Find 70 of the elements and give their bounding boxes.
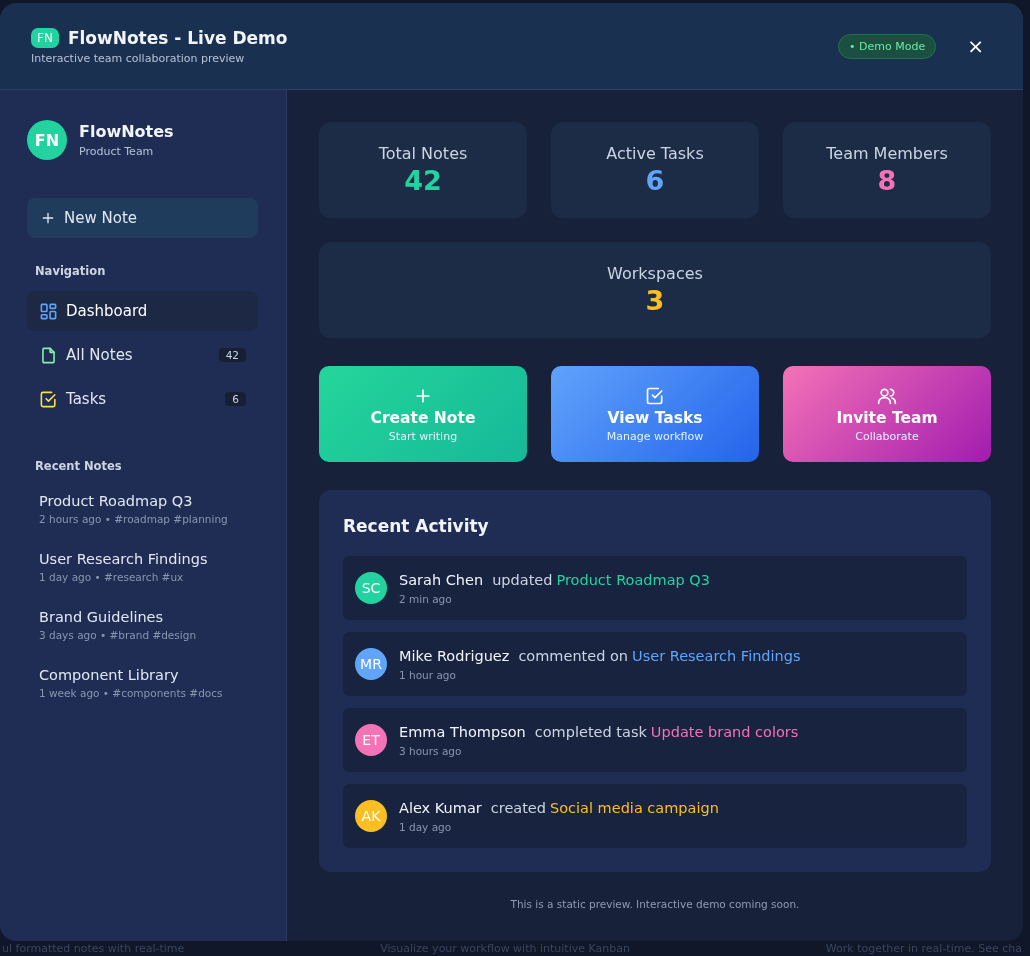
- count-badge: 6: [225, 392, 246, 406]
- stat-label: Active Tasks: [606, 144, 704, 163]
- section-heading: Navigation: [34, 264, 107, 278]
- activity-target[interactable]: Social media campaign: [550, 799, 719, 816]
- nav-label: Dashboard: [66, 302, 149, 320]
- team-name: Product Team: [79, 145, 155, 158]
- activity-target[interactable]: User Research Findings: [632, 647, 801, 664]
- note-title[interactable]: Component Library: [39, 667, 258, 683]
- stat-value: 8: [877, 165, 897, 196]
- activity-target[interactable]: Update brand colors: [650, 723, 799, 740]
- plus-icon: [40, 210, 56, 226]
- action-card[interactable]: Invite Team Collaborate: [783, 366, 991, 462]
- stat-label: Team Members: [826, 144, 948, 163]
- note-meta: 2 hours ago • #roadmap #planning: [39, 513, 229, 525]
- stat-value: 3: [645, 285, 665, 316]
- checkbox-icon: [39, 389, 58, 409]
- stat-label: Total Notes: [378, 144, 468, 163]
- stat-value: 42: [404, 165, 442, 196]
- activity-target[interactable]: Product Roadmap Q3: [556, 571, 710, 588]
- user-name: Alex Kumar: [399, 799, 482, 816]
- nav-item[interactable]: Tasks 6: [27, 379, 258, 419]
- close-button[interactable]: ×: [964, 36, 987, 56]
- activity-time: 2 min ago: [399, 592, 453, 605]
- grid-icon: [39, 301, 58, 321]
- activity-time: 1 hour ago: [399, 668, 457, 681]
- stat-value: 6: [645, 165, 665, 196]
- action-subtitle: Manage workflow: [606, 429, 704, 443]
- activity-action: created: [490, 799, 546, 816]
- panel-title: Recent Activity: [343, 516, 490, 536]
- activity-time: 3 hours ago: [399, 744, 463, 757]
- note-title[interactable]: Brand Guidelines: [39, 609, 258, 625]
- nav-item[interactable]: All Notes 42: [27, 335, 258, 375]
- action-subtitle: Start writing: [388, 429, 458, 443]
- nav-label: Tasks: [66, 390, 108, 408]
- logo-badge: FN: [31, 27, 59, 48]
- action-title: Invite Team: [836, 408, 938, 427]
- activity-action: completed task: [534, 723, 647, 740]
- status-badge: • Demo Mode: [838, 33, 937, 59]
- nav-item[interactable]: Dashboard: [27, 291, 258, 331]
- activity-action: updated: [492, 571, 553, 588]
- user-avatar: ET: [355, 724, 387, 756]
- action-title: Create Note: [370, 408, 476, 427]
- activity-time: 1 day ago: [399, 820, 453, 833]
- footer-note: This is a static preview. Interactive demo coming soon.: [509, 898, 801, 910]
- workspace-name: FlowNotes: [79, 122, 174, 141]
- user-name: Mike Rodriguez: [399, 647, 510, 664]
- user-avatar: SC: [355, 572, 387, 604]
- action-card[interactable]: View Tasks Manage workflow: [551, 366, 759, 462]
- stat-label: Workspaces: [607, 264, 703, 283]
- note-meta: 1 week ago • #components #docs: [39, 687, 224, 699]
- window-title: FlowNotes - Live Demo: [67, 27, 288, 48]
- note-title[interactable]: User Research Findings: [39, 551, 258, 567]
- workspace-avatar: FN: [27, 120, 67, 160]
- new-note-button[interactable]: New Note: [27, 198, 258, 238]
- document-icon: [39, 345, 58, 365]
- nav-label: All Notes: [66, 346, 134, 364]
- note-title[interactable]: Product Roadmap Q3: [39, 493, 258, 509]
- checkbox-icon: [645, 385, 665, 406]
- action-subtitle: Collaborate: [855, 429, 919, 443]
- action-title: View Tasks: [607, 408, 703, 427]
- note-meta: 3 days ago • #brand #design: [39, 629, 198, 641]
- count-badge: 42: [218, 348, 246, 362]
- user-name: Sarah Chen: [399, 571, 484, 588]
- user-name: Emma Thompson: [399, 723, 526, 740]
- section-heading: Recent Notes: [34, 459, 123, 473]
- window-subtitle: Interactive team collaboration preview: [31, 51, 246, 65]
- note-meta: 1 day ago • #research #ux: [39, 571, 185, 583]
- user-avatar: MR: [355, 648, 387, 680]
- user-avatar: AK: [355, 800, 387, 832]
- activity-action: commented on: [518, 647, 629, 664]
